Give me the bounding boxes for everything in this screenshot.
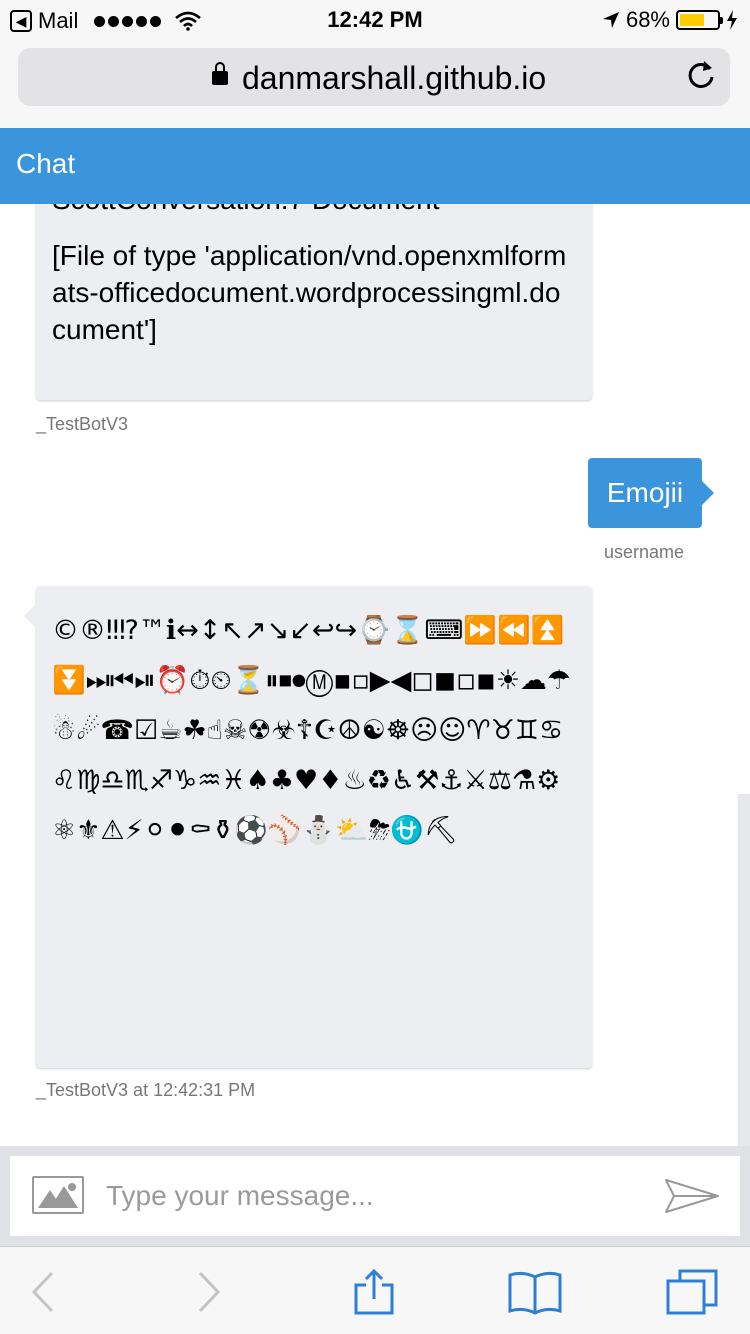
share-icon[interactable]	[354, 1269, 394, 1315]
message-list[interactable]: ScottConversation:7 Document [File of ty…	[0, 204, 750, 1146]
scrollbar[interactable]	[738, 794, 750, 1146]
user-message-bubble: Emojii	[588, 458, 714, 528]
bot-message-bubble: ©®‼⁉™ℹ↔↕↖↗↘↙↩↪⌚⌛⌨⏩⏪⏫⏬⏭⏮⏯⏰⏱⏲⏳⏸⏹⏺Ⓜ▪▫▶◀◻◼◽◾…	[24, 586, 592, 1068]
battery-percent: 68%	[625, 7, 670, 32]
tabs-icon[interactable]	[666, 1269, 718, 1315]
battery-icon	[676, 10, 723, 30]
reload-icon[interactable]	[686, 58, 716, 96]
bot-message-bubble: ScottConversation:7 Document [File of ty…	[36, 204, 592, 400]
message-clipped-text: ScottConversation:7 Document	[52, 204, 440, 216]
browser-toolbar	[0, 1246, 750, 1334]
image-icon[interactable]	[32, 1176, 84, 1214]
location-icon	[602, 12, 619, 28]
message-meta: _TestBotV3 at 12:42:31 PM	[36, 1080, 256, 1100]
charging-icon	[727, 10, 737, 30]
message-text: [File of type 'application/vnd.openxmlfo…	[52, 240, 567, 345]
send-icon[interactable]	[664, 1178, 720, 1214]
battery-fill	[680, 14, 705, 26]
composer-area	[0, 1146, 750, 1246]
composer	[10, 1156, 740, 1236]
bookmarks-icon[interactable]	[508, 1269, 562, 1315]
status-right: 68%	[602, 7, 738, 33]
message-meta: _TestBotV3	[36, 414, 129, 434]
browser-url-area: danmarshall.github.io	[0, 40, 750, 128]
message-input[interactable]	[106, 1174, 646, 1218]
message-meta: username	[604, 542, 685, 562]
url-text[interactable]: danmarshall.github.io	[242, 60, 546, 97]
chat-title: Chat	[16, 148, 76, 179]
url-bar[interactable]: danmarshall.github.io	[18, 48, 730, 106]
emoji-message-text: ©®‼⁉™ℹ↔↕↖↗↘↙↩↪⌚⌛⌨⏩⏪⏫⏬⏭⏮⏯⏰⏱⏲⏳⏸⏹⏺Ⓜ▪▫▶◀◻◼◽◾…	[52, 615, 572, 846]
message-text: Emojii	[606, 477, 684, 508]
status-bar: ◀ Mail 12:42 PM 68%	[0, 0, 750, 40]
forward-icon[interactable]	[196, 1269, 222, 1315]
back-icon[interactable]	[30, 1269, 56, 1315]
chat-header: Chat	[0, 128, 750, 204]
lock-icon	[212, 62, 228, 85]
